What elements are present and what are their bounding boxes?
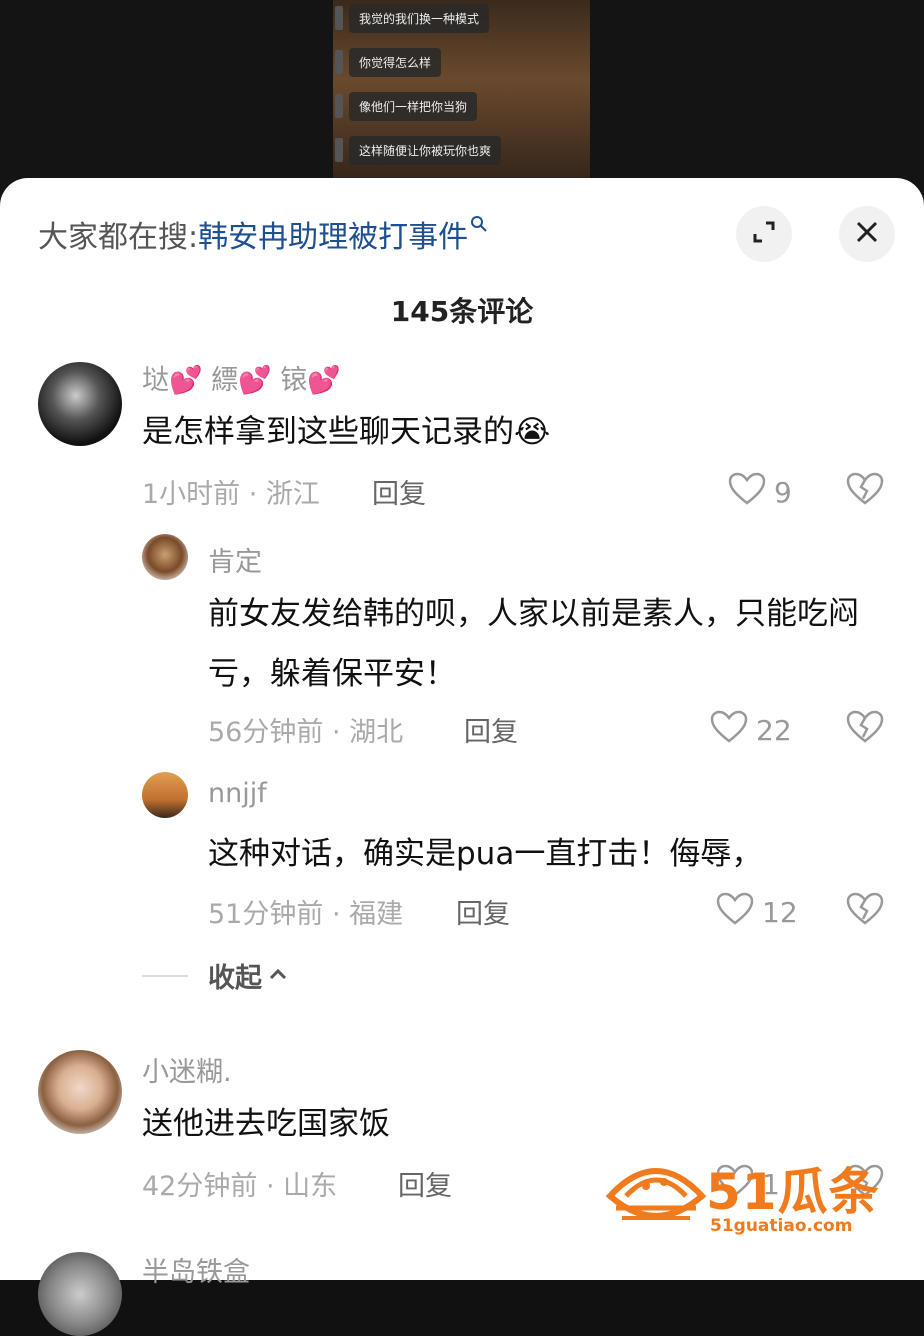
comment-text: 送他进去吃国家饭 [142, 1106, 390, 1142]
collapse-replies-button[interactable]: 收起 [142, 956, 288, 995]
avatar[interactable] [142, 534, 188, 580]
chat-avatar [335, 138, 343, 162]
search-icon [470, 214, 488, 238]
comment-author[interactable]: 肯定 [208, 540, 262, 579]
close-button[interactable] [839, 206, 895, 262]
comment-count: 145条评论 [390, 295, 534, 328]
avatar[interactable] [142, 772, 188, 818]
hot-search-prefix: 大家都在搜: [38, 220, 199, 255]
dislike-button[interactable] [846, 710, 884, 748]
hot-search-query[interactable]: 韩安冉助理被打事件 [198, 212, 468, 256]
avatar[interactable] [38, 1050, 122, 1134]
comment-meta: 42分钟前 · 山东 [142, 1171, 338, 1202]
chat-bubble: 像他们一样把你当狗 [349, 92, 478, 121]
comment-meta: 51分钟前 · 福建 [208, 899, 404, 930]
chat-bubble: 我觉的我们换一种模式 [349, 4, 490, 33]
collapse-label: 收起 [208, 963, 262, 994]
chat-avatar [335, 6, 343, 30]
comment-text: 前女友发给韩的呗，人家以前是素人，只能吃闷亏，躲着保平安！ [208, 596, 859, 692]
avatar[interactable] [38, 362, 122, 446]
comment-text: 是怎样拿到这些聊天记录的😭 [142, 414, 551, 450]
like-count: 22 [756, 714, 792, 747]
heart-icon [710, 710, 748, 751]
video-frame: 我觉的我们换一种模式 你觉得怎么样 像他们一样把你当狗 这样随便让你被玩你也爽 [333, 0, 590, 200]
comment-author[interactable]: nnjjf [208, 778, 267, 809]
comment-author[interactable]: 小迷糊. [142, 1050, 232, 1089]
watermark-brand: 51瓜条 [706, 1163, 880, 1221]
reply-button[interactable]: 回复 [398, 1164, 452, 1203]
video-player[interactable]: 我觉的我们换一种模式 你觉得怎么样 像他们一样把你当狗 这样随便让你被玩你也爽 [0, 0, 924, 200]
close-icon [855, 220, 879, 248]
broken-heart-icon [846, 892, 884, 930]
dislike-button[interactable] [846, 892, 884, 930]
like-count: 9 [774, 476, 792, 509]
comment-meta: 1小时前 · 浙江 [142, 479, 320, 510]
broken-heart-icon [846, 710, 884, 748]
like-count: 12 [762, 896, 798, 929]
comments-sheet: 大家都在搜: 韩安冉助理被打事件 145条评论 垯💕 縹💕 锿💕 是怎样拿到这些… [0, 178, 924, 1336]
chat-avatar [335, 50, 343, 74]
watermark-url: 51guatiao.com [710, 1216, 853, 1236]
chat-avatar [335, 94, 343, 118]
dislike-button[interactable] [846, 472, 884, 510]
heart-icon [716, 892, 754, 933]
heart-icon [728, 472, 766, 513]
hot-search-bar[interactable]: 大家都在搜: 韩安冉助理被打事件 [38, 212, 488, 256]
comment-meta: 56分钟前 · 湖北 [208, 717, 404, 748]
chat-bubble: 这样随便让你被玩你也爽 [349, 136, 502, 165]
like-button[interactable]: 12 [716, 892, 798, 933]
broken-heart-icon [846, 472, 884, 510]
expand-icon [751, 219, 777, 249]
like-button[interactable]: 9 [728, 472, 792, 513]
watermark-logo: 51瓜条 51guatiao.com [606, 1150, 896, 1240]
comment-author[interactable]: 半岛铁盒 [142, 1250, 250, 1289]
comment-author[interactable]: 垯💕 縹💕 锿💕 [142, 358, 341, 397]
like-button[interactable]: 22 [710, 710, 792, 751]
reply-button[interactable]: 回复 [456, 892, 510, 931]
chevron-up-icon [268, 966, 288, 985]
chat-bubble: 你觉得怎么样 [349, 48, 442, 77]
divider [142, 974, 188, 977]
comment-text: 这种对话，确实是pua一直打击！侮辱， [208, 836, 763, 872]
avatar[interactable] [38, 1252, 122, 1336]
expand-button[interactable] [736, 206, 792, 262]
reply-button[interactable]: 回复 [464, 710, 518, 749]
reply-button[interactable]: 回复 [372, 472, 426, 511]
